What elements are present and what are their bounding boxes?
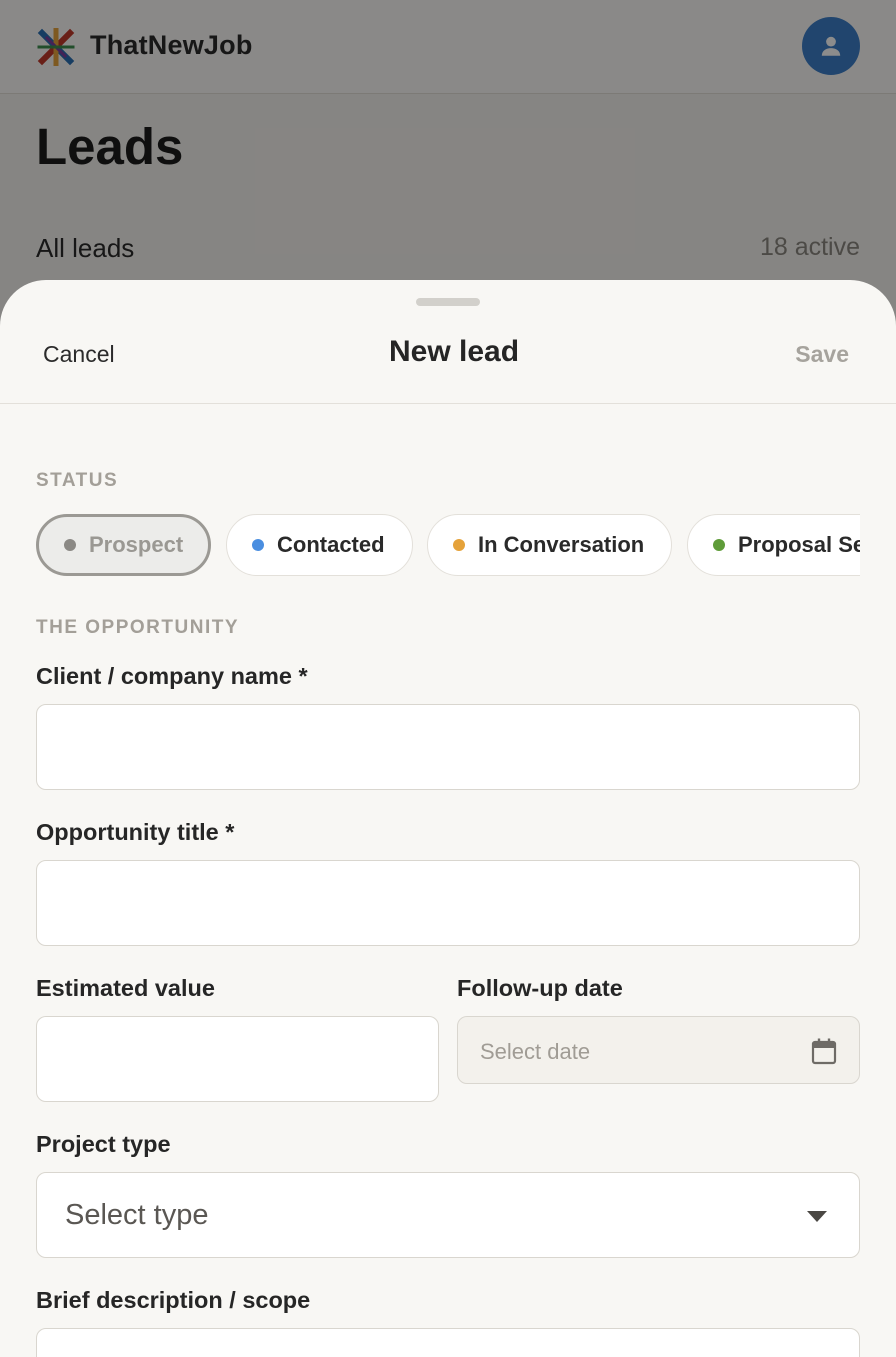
calendar-icon	[811, 1038, 837, 1065]
new-lead-sheet: Cancel New lead Save STATUS Prospect Con…	[0, 280, 896, 1357]
estimated-value-label: Estimated value	[36, 975, 215, 1001]
project-type-select[interactable]: Select type	[36, 1172, 860, 1258]
status-chip-proposal-sent[interactable]: Proposal Sent	[687, 514, 860, 576]
status-chip-label: In Conversation	[478, 532, 645, 557]
status-section-label: STATUS	[36, 470, 119, 491]
estimated-value-input[interactable]	[36, 1016, 439, 1102]
date-placeholder: Select date	[480, 1039, 591, 1064]
sheet-header: Cancel New lead Save	[0, 280, 896, 404]
status-chip-prospect[interactable]: Prospect	[36, 514, 211, 576]
chevron-down-icon	[807, 1211, 827, 1222]
opportunity-title-label: Opportunity title *	[36, 819, 235, 845]
client-name-label: Client / company name *	[36, 663, 308, 689]
follow-up-date-picker[interactable]: Select date	[457, 1016, 860, 1084]
save-button[interactable]: Save	[795, 341, 849, 368]
follow-up-date-label: Follow-up date	[457, 975, 623, 1001]
status-chip-in-conversation[interactable]: In Conversation	[427, 514, 672, 576]
status-chip-label: Prospect	[89, 532, 184, 557]
status-dot	[453, 539, 465, 551]
sheet-title: New lead	[388, 335, 520, 368]
status-dot	[713, 539, 725, 551]
status-dot	[252, 539, 264, 551]
description-textarea[interactable]	[36, 1328, 860, 1357]
status-chip-row[interactable]: Prospect Contacted In Conversation Propo…	[36, 513, 860, 581]
status-chip-label: Contacted	[277, 532, 385, 557]
status-chip-label: Proposal Sent	[738, 532, 860, 557]
status-chip-contacted[interactable]: Contacted	[226, 514, 413, 576]
project-type-placeholder: Select type	[65, 1199, 209, 1231]
status-dot	[64, 539, 76, 551]
project-type-label: Project type	[36, 1131, 171, 1157]
opportunity-section-label: THE OPPORTUNITY	[36, 617, 240, 638]
client-name-input[interactable]	[36, 704, 860, 790]
opportunity-title-input[interactable]	[36, 860, 860, 946]
description-label: Brief description / scope	[36, 1287, 311, 1313]
